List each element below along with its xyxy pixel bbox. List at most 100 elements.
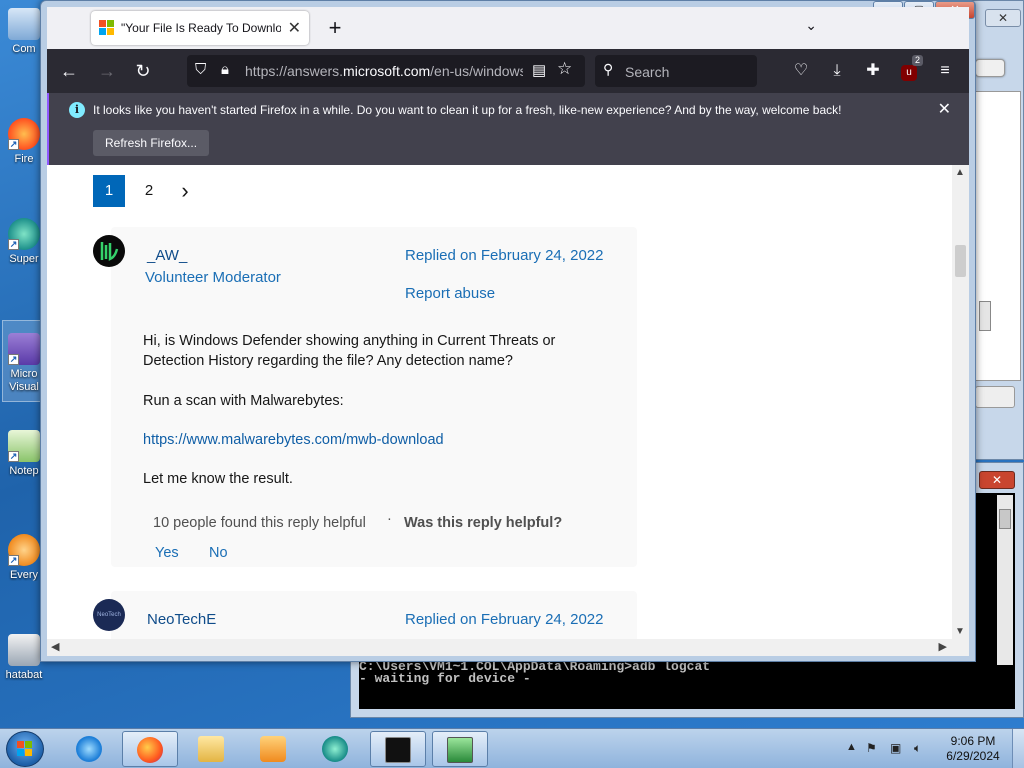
bookmark-star-icon[interactable]: ☆ xyxy=(557,59,572,79)
scroll-left-icon[interactable]: ◀ xyxy=(51,640,59,653)
user-avatar[interactable]: NeoTech xyxy=(93,599,125,631)
tab-close-icon[interactable]: ✕ xyxy=(288,18,301,38)
taskbar-command-prompt[interactable] xyxy=(370,731,426,767)
start-button[interactable] xyxy=(6,731,44,767)
taskbar-internet-explorer[interactable] xyxy=(62,731,118,767)
browser-tab[interactable]: "Your File Is Ready To Download" ✕ xyxy=(91,11,309,45)
firefox-icon xyxy=(137,737,163,763)
reply-body-paragraph: Let me know the result. xyxy=(143,471,293,487)
search-icon: ⚲ xyxy=(603,61,614,77)
ublock-origin-icon[interactable]: u2 xyxy=(897,55,923,83)
taskbar-firefox[interactable] xyxy=(122,731,178,767)
window-button[interactable] xyxy=(975,386,1015,408)
show-desktop-button[interactable] xyxy=(1012,729,1024,768)
malwarebytes-link[interactable]: https://www.malwarebytes.com/mwb-downloa… xyxy=(143,430,444,450)
list-all-tabs-icon[interactable]: ⌄ xyxy=(805,17,817,34)
internet-explorer-icon xyxy=(76,736,102,762)
helpful-yes-button[interactable]: Yes xyxy=(155,545,179,561)
was-helpful-question: Was this reply helpful? xyxy=(404,515,563,531)
scroll-up-icon[interactable]: ▲ xyxy=(955,167,965,178)
taskbar-file-explorer[interactable] xyxy=(184,731,240,767)
hatabat-icon xyxy=(8,634,40,666)
window-tab[interactable] xyxy=(975,59,1005,77)
tab-bar: "Your File Is Ready To Download" ✕ + ⌄ xyxy=(47,7,969,49)
clock-date: 6/29/2024 xyxy=(946,749,1000,763)
reply-username[interactable]: NeoTechE xyxy=(147,611,216,628)
page-2-button[interactable]: 2 xyxy=(133,175,165,207)
firefox-window: —▢✕ "Your File Is Ready To Download" ✕ +… xyxy=(40,0,976,662)
lock-icon[interactable]: 🔒︎ xyxy=(221,61,229,78)
scrollbar-thumb[interactable] xyxy=(979,301,991,331)
reply-date[interactable]: Replied on February 24, 2022 xyxy=(405,247,603,264)
taskbar-media-player[interactable] xyxy=(246,731,302,767)
notification-close-icon[interactable]: ✕ xyxy=(938,99,951,119)
horizontal-scrollbar[interactable]: ◀ ▶ xyxy=(47,639,969,656)
page-content: 1 2 › _AW_ Volunteer Moderator Replied o… xyxy=(47,165,969,639)
helpful-count: 10 people found this reply helpful xyxy=(153,515,366,531)
downloads-icon[interactable]: ⤓ xyxy=(825,59,849,83)
search-bar[interactable]: ⚲ Search xyxy=(595,55,757,87)
back-arrow-icon[interactable]: ← xyxy=(57,59,81,83)
everything-search-icon: ↗ xyxy=(8,534,40,566)
folder-icon xyxy=(198,736,224,762)
system-clock[interactable]: 9:06 PM 6/29/2024 xyxy=(940,734,1006,764)
task-manager-icon xyxy=(447,737,473,763)
new-tab-button[interactable]: + xyxy=(323,15,347,41)
taskbar: ▲ ⚑ ▣ 🔈︎ 9:06 PM 6/29/2024 xyxy=(0,728,1024,768)
super-app-icon: ↗ xyxy=(8,218,40,250)
close-icon[interactable]: ✕ xyxy=(985,9,1021,27)
forward-arrow-icon[interactable]: → xyxy=(95,59,119,83)
windows-logo-icon xyxy=(17,741,33,757)
user-avatar[interactable] xyxy=(93,235,125,267)
info-icon: i xyxy=(69,102,85,118)
page-1-button[interactable]: 1 xyxy=(93,175,125,207)
show-hidden-icons-chevron[interactable]: ▲ xyxy=(846,741,857,753)
console-line: - waiting for device - xyxy=(359,671,531,686)
tab-title: "Your File Is Ready To Download" xyxy=(121,21,281,35)
reply-date[interactable]: Replied on February 24, 2022 xyxy=(405,611,603,628)
vertical-scrollbar[interactable]: ▲ ▼ xyxy=(952,165,969,639)
refresh-firefox-button[interactable]: Refresh Firefox... xyxy=(93,130,210,156)
action-center-flag-icon[interactable]: ⚑ xyxy=(866,741,880,755)
volume-muted-icon[interactable]: 🔈︎ xyxy=(914,741,928,755)
command-prompt-icon xyxy=(385,737,411,763)
computer-icon xyxy=(8,8,40,40)
firefox-refresh-notification: i It looks like you haven't started Fire… xyxy=(47,93,969,165)
extension-badge: 2 xyxy=(911,55,923,66)
url-text[interactable]: https://answers.microsoft.com/en-us/wind… xyxy=(245,63,523,79)
notification-message: It looks like you haven't started Firefo… xyxy=(93,103,842,117)
tracking-protection-shield-icon[interactable]: ⛉ xyxy=(195,61,206,78)
extensions-puzzle-icon[interactable]: ✚ xyxy=(861,59,885,83)
media-player-icon xyxy=(260,736,286,762)
firefox-icon: ↗ xyxy=(8,118,40,150)
reload-icon[interactable]: ↻ xyxy=(131,59,155,83)
next-page-chevron-icon[interactable]: › xyxy=(169,175,201,207)
scroll-down-icon[interactable]: ▼ xyxy=(955,626,965,637)
console-scrollbar[interactable] xyxy=(997,495,1013,665)
taskbar-super-app[interactable] xyxy=(308,731,364,767)
reply-body-paragraph: Run a scan with Malwarebytes: xyxy=(143,393,344,409)
scroll-right-icon[interactable]: ▶ xyxy=(939,640,947,653)
clock-time: 9:06 PM xyxy=(950,734,996,748)
reader-view-icon[interactable]: ▤ xyxy=(532,61,546,79)
menu-hamburger-icon[interactable]: ≡ xyxy=(933,59,957,83)
navigation-toolbar: ← → ↻ ⛉ 🔒︎ https://answers.microsoft.com… xyxy=(47,49,969,93)
report-abuse-link[interactable]: Report abuse xyxy=(405,285,495,302)
window-panel xyxy=(975,91,1021,381)
pocket-icon[interactable]: ♡ xyxy=(789,59,813,83)
separator: · xyxy=(387,511,392,527)
avatar-glyph-icon xyxy=(100,242,119,261)
reply-body-paragraph: Hi, is Windows Defender showing anything… xyxy=(143,333,556,369)
reply-username[interactable]: _AW_ xyxy=(147,247,187,264)
user-role[interactable]: Volunteer Moderator xyxy=(145,269,281,286)
visual-studio-icon: ↗ xyxy=(8,333,40,365)
search-placeholder: Search xyxy=(625,64,670,80)
helpful-no-button[interactable]: No xyxy=(209,545,228,561)
url-bar[interactable]: ⛉ 🔒︎ https://answers.microsoft.com/en-us… xyxy=(187,55,585,87)
scrollbar-thumb[interactable] xyxy=(955,245,966,277)
taskbar-task-manager[interactable] xyxy=(432,731,488,767)
cmd-close-button[interactable]: ✕ xyxy=(979,471,1015,489)
scrollbar-thumb[interactable] xyxy=(999,509,1011,529)
network-icon[interactable]: ▣ xyxy=(890,741,904,755)
notepad-icon: ↗ xyxy=(8,430,40,462)
